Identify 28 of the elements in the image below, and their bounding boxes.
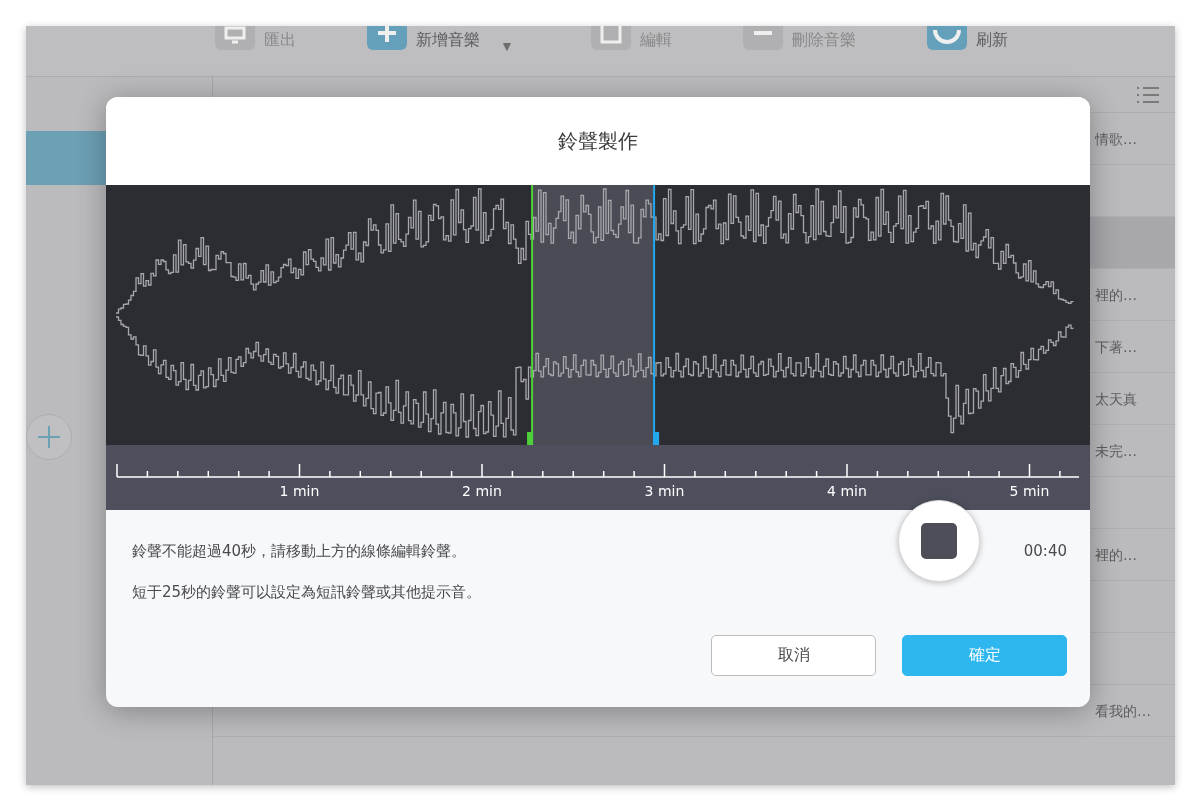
stop-icon (920, 523, 957, 559)
start-handle[interactable] (527, 185, 534, 445)
time-label: 5 min (1009, 483, 1050, 499)
time-label: 4 min (827, 483, 867, 499)
table-cell-text: 太天真 (1095, 389, 1138, 408)
dialog-title: 鈴聲製作 (558, 127, 638, 155)
table-cell-text: 看我的… (1095, 701, 1152, 720)
stop-button[interactable] (897, 500, 980, 582)
end-handle[interactable] (653, 185, 660, 445)
cancel-button[interactable]: 取消 (711, 635, 876, 676)
table-cell-text: 下著… (1095, 337, 1138, 356)
time-label: 3 min (644, 483, 685, 499)
toolbar-button[interactable]: 新增音樂 (366, 26, 480, 54)
table-cell-text: 未完… (1095, 441, 1138, 460)
hint-text: 短于25秒的鈴聲可以設定為短訊鈴聲或其他提示音。 (132, 583, 483, 602)
hint-text: 鈴聲不能超過40秒，請移動上方的線條編輯鈴聲。 (132, 542, 468, 561)
dropdown-caret[interactable]: ▼ (494, 26, 520, 55)
time-label: 1 min (279, 483, 320, 499)
confirm-button[interactable]: 確定 (902, 635, 1067, 676)
table-cell-text: 裡的… (1095, 545, 1138, 564)
table-cell-text: 情歌… (1095, 129, 1138, 148)
refresh-icon (925, 26, 968, 52)
time-label: 2 min (462, 483, 502, 499)
table-cell-text: 裡的… (1095, 285, 1138, 304)
toolbar-button[interactable]: 刷新 (925, 26, 1008, 54)
duration-text: 00:40 (1023, 541, 1067, 560)
plus-box-icon (366, 26, 408, 52)
plus-icon (37, 425, 61, 449)
